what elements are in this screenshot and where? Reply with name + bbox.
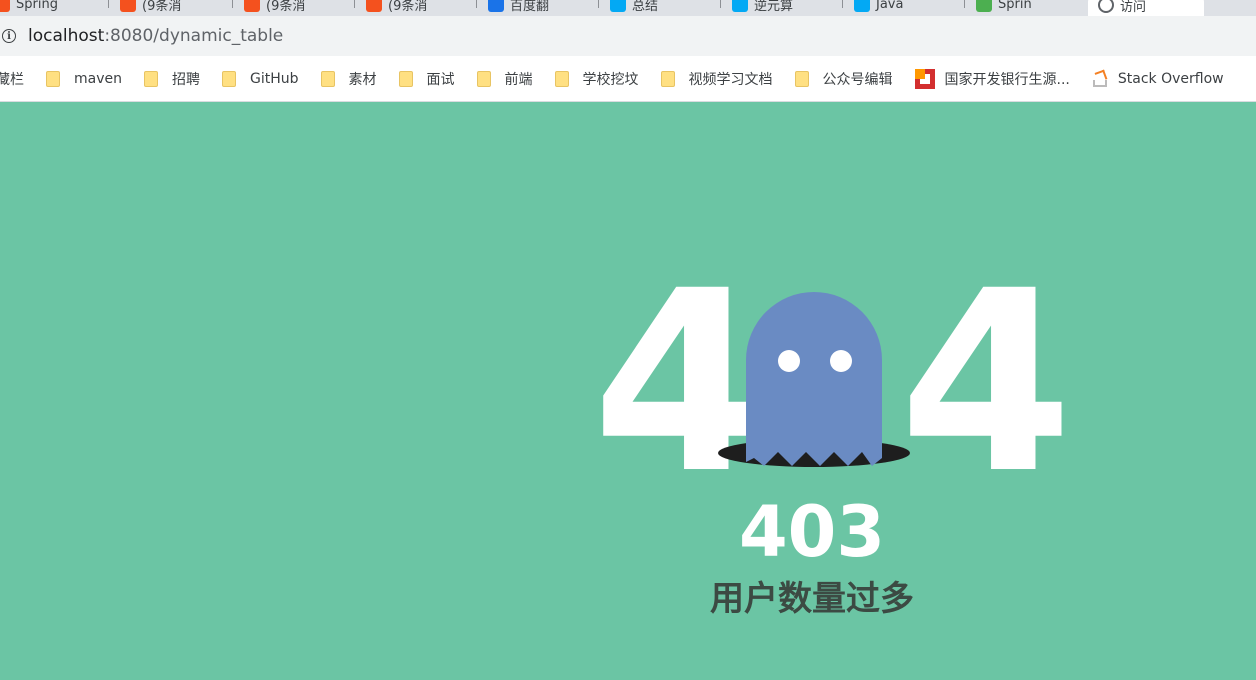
bookmark-label: 招聘 — [172, 71, 200, 88]
browser-tab[interactable]: Sprin — [976, 0, 1076, 14]
bookmark-item[interactable]: 面试 — [398, 69, 455, 89]
stackoverflow-icon — [1092, 70, 1108, 88]
folder-icon — [794, 70, 809, 87]
bookmark-item[interactable]: 前端 — [476, 69, 533, 89]
bookmarks-bar: 藏栏 maven 招聘 GitHub 素材 面试 前端 学校挖坟 视频学习文档 公众号编辑 国家开发… — [0, 56, 1256, 102]
bookmark-item[interactable]: 视频学习文档 — [660, 69, 773, 89]
digit-right: 4 — [899, 237, 1073, 528]
tab-strip: Spring (9条消 (9条消 (9条消 百度翻 总结 逆元算 Java Sprin 访问 — [0, 0, 1256, 16]
status-code: 403 — [738, 491, 886, 573]
browser-tab[interactable]: (9条消 — [366, 0, 466, 14]
bookmark-label: maven — [74, 70, 122, 87]
bookmark-item[interactable]: 招聘 — [144, 69, 200, 89]
browser-tab[interactable]: 逆元算 — [732, 0, 832, 14]
tab-label: Spring — [16, 0, 58, 12]
tab-separator — [598, 0, 599, 8]
tab-separator — [964, 0, 965, 8]
bookmark-label: 国家开发银行生源... — [944, 71, 1070, 88]
bookmark-label: 公众号编辑 — [822, 71, 893, 88]
tab-favicon-icon — [120, 0, 136, 12]
url-text[interactable]: localhost:8080/dynamic_table — [28, 26, 283, 46]
tab-favicon-icon — [0, 0, 10, 12]
bookmark-label: Stack Overflow — [1117, 70, 1224, 87]
tab-label: Java — [876, 0, 904, 12]
tab-separator — [720, 0, 721, 8]
ghost-illustration — [716, 290, 912, 470]
ghost-body — [746, 292, 882, 466]
tab-label: (9条消 — [142, 0, 182, 14]
tab-separator — [108, 0, 109, 8]
tab-label: 访问 — [1120, 0, 1147, 15]
tab-label: 逆元算 — [754, 0, 794, 14]
bookmark-item[interactable]: 藏栏 — [0, 69, 24, 89]
bookmark-label: 前端 — [504, 71, 533, 88]
bookmark-item[interactable]: 国家开发银行生源... — [914, 68, 1070, 89]
tab-favicon-icon — [366, 0, 382, 12]
bookmark-item[interactable]: 公众号编辑 — [794, 69, 893, 89]
error-message: 用户数量过多 — [710, 579, 914, 619]
address-bar[interactable]: i localhost:8080/dynamic_table — [0, 16, 1256, 56]
folder-icon — [660, 70, 675, 87]
browser-tab[interactable]: 访问 — [1088, 0, 1204, 16]
tab-label: (9条消 — [388, 0, 428, 14]
tab-separator — [354, 0, 355, 8]
bookmark-label: 视频学习文档 — [688, 71, 773, 88]
browser-tab[interactable]: (9条消 — [244, 0, 344, 14]
tab-favicon-icon — [976, 0, 992, 12]
tab-favicon-icon — [732, 0, 748, 12]
folder-icon — [554, 70, 569, 87]
tab-favicon-icon — [854, 0, 870, 12]
bookmark-label: 面试 — [426, 71, 455, 88]
tab-separator — [232, 0, 233, 8]
tab-favicon-icon — [244, 0, 260, 12]
ghost-eye-left — [778, 350, 800, 372]
browser-tab[interactable]: Spring — [0, 0, 94, 14]
bookmark-label: 学校挖坟 — [582, 71, 639, 88]
bookmark-item[interactable]: maven — [46, 70, 122, 87]
bookmark-item[interactable]: GitHub — [222, 70, 299, 87]
bookmark-item[interactable]: 学校挖坟 — [554, 69, 639, 89]
folder-icon — [46, 70, 60, 87]
folder-icon — [144, 70, 158, 87]
browser-tab[interactable]: (9条消 — [120, 0, 220, 14]
tab-separator — [476, 0, 477, 8]
browser-tab[interactable]: Java — [854, 0, 954, 14]
tab-label: 总结 — [632, 0, 659, 14]
info-icon[interactable]: i — [2, 29, 16, 43]
folder-icon — [320, 70, 335, 87]
folder-icon — [222, 70, 236, 87]
ghost-eye-right — [830, 350, 852, 372]
bank-icon — [914, 68, 935, 89]
browser-tab[interactable]: 百度翻 — [488, 0, 588, 14]
tab-separator — [842, 0, 843, 8]
url-host: localhost — [28, 26, 105, 46]
bookmark-item[interactable]: 素材 — [320, 69, 377, 89]
tab-favicon-icon — [610, 0, 626, 12]
ghost-svg — [718, 292, 910, 467]
tab-label: (9条消 — [266, 0, 306, 14]
bookmark-label: GitHub — [250, 70, 299, 87]
tab-favicon-icon — [488, 0, 504, 12]
bookmark-item[interactable]: Stack Overflow — [1092, 70, 1224, 88]
bookmark-label: 藏栏 — [0, 71, 24, 88]
tab-label: Sprin — [998, 0, 1032, 12]
browser-tab[interactable]: 总结 — [610, 0, 710, 14]
url-path: :8080/dynamic_table — [104, 26, 284, 46]
tab-favicon-icon — [1098, 0, 1114, 13]
folder-icon — [476, 70, 491, 87]
folder-icon — [398, 70, 413, 87]
tab-label: 百度翻 — [510, 0, 550, 14]
bookmark-label: 素材 — [348, 71, 377, 88]
